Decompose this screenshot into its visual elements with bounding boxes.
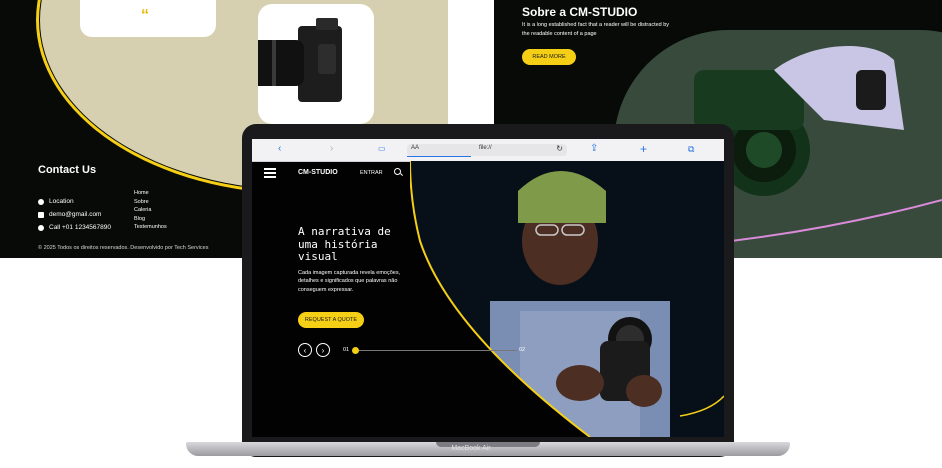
laptop-screen: ‹ › ▭ AA file:// ↻ ⇪ + ⧉ CM-STUDIO ENTRA…	[252, 139, 724, 437]
contact-location: Location	[38, 198, 74, 205]
location-pin-icon	[38, 198, 44, 205]
chevron-left-icon: ‹	[303, 346, 307, 355]
about-description: It is a long established fact that a rea…	[522, 22, 670, 37]
search-icon[interactable]	[394, 168, 401, 175]
contact-email[interactable]: demo@gmail.com	[38, 211, 101, 218]
request-quote-button[interactable]: REQUEST A QUOTE	[298, 312, 364, 328]
contact-location-text: Location	[49, 198, 74, 205]
quote-icon: “	[141, 7, 149, 24]
mail-icon	[38, 211, 44, 218]
footer-links: Home Sobre Caleria Blog Testemunhos	[134, 189, 167, 232]
camera-icon	[230, 18, 342, 102]
reader-aa-button[interactable]: AA	[411, 145, 419, 151]
tabs-icon[interactable]: ⧉	[688, 143, 694, 155]
menu-icon[interactable]	[264, 168, 276, 170]
photographer-image	[410, 161, 724, 437]
footer-link-sobre[interactable]: Sobre	[134, 198, 167, 207]
url-progress	[407, 155, 471, 157]
slide-total: 02	[519, 347, 526, 353]
next-slide-button[interactable]: ›	[316, 343, 330, 357]
hero-title: A narrativa de uma história visual	[298, 225, 391, 263]
copyright-text: © 2025 Todos os direitos reservados. Des…	[38, 245, 209, 251]
about-title: Sobre a CM-STUDIO	[522, 5, 638, 19]
reload-icon[interactable]: ↻	[556, 144, 563, 153]
site-brand[interactable]: CM-STUDIO	[298, 169, 338, 176]
footer-link-blog[interactable]: Blog	[134, 215, 167, 224]
prev-slide-button[interactable]: ‹	[298, 343, 312, 357]
slide-progress-track	[353, 350, 517, 351]
login-link[interactable]: ENTRAR	[360, 170, 383, 176]
slide-current: 01	[343, 347, 350, 353]
contact-phone[interactable]: Call +01 1234567890	[38, 224, 111, 231]
contact-title: Contact Us	[38, 164, 97, 176]
hero-subtitle: Cada imagem capturada revela emoções, de…	[298, 270, 401, 293]
browser-toolbar: ‹ › ▭ AA file:// ↻ ⇪ + ⧉	[252, 139, 724, 162]
book-icon[interactable]: ▭	[378, 143, 386, 155]
laptop-model-label: MacBook Air	[451, 445, 491, 452]
add-icon[interactable]: +	[640, 143, 647, 155]
slide-progress-dot[interactable]	[352, 347, 359, 354]
forward-icon[interactable]: ›	[330, 143, 333, 155]
read-more-button[interactable]: READ MORE	[522, 49, 576, 65]
url-text[interactable]: file://	[479, 145, 492, 151]
contact-phone-text[interactable]: Call +01 1234567890	[49, 224, 111, 231]
footer-link-testemunhos[interactable]: Testemunhos	[134, 223, 167, 232]
phone-icon	[38, 224, 44, 231]
contact-email-text[interactable]: demo@gmail.com	[49, 211, 101, 218]
camera-product-card	[230, 4, 374, 124]
address-bar[interactable]: AA file:// ↻	[407, 144, 567, 157]
back-icon[interactable]: ‹	[278, 143, 281, 155]
footer-link-caleria[interactable]: Caleria	[134, 206, 167, 215]
share-icon[interactable]: ⇪	[590, 143, 598, 155]
chevron-right-icon: ›	[321, 346, 325, 355]
hero-photo	[410, 161, 724, 437]
footer-link-home[interactable]: Home	[134, 189, 167, 198]
